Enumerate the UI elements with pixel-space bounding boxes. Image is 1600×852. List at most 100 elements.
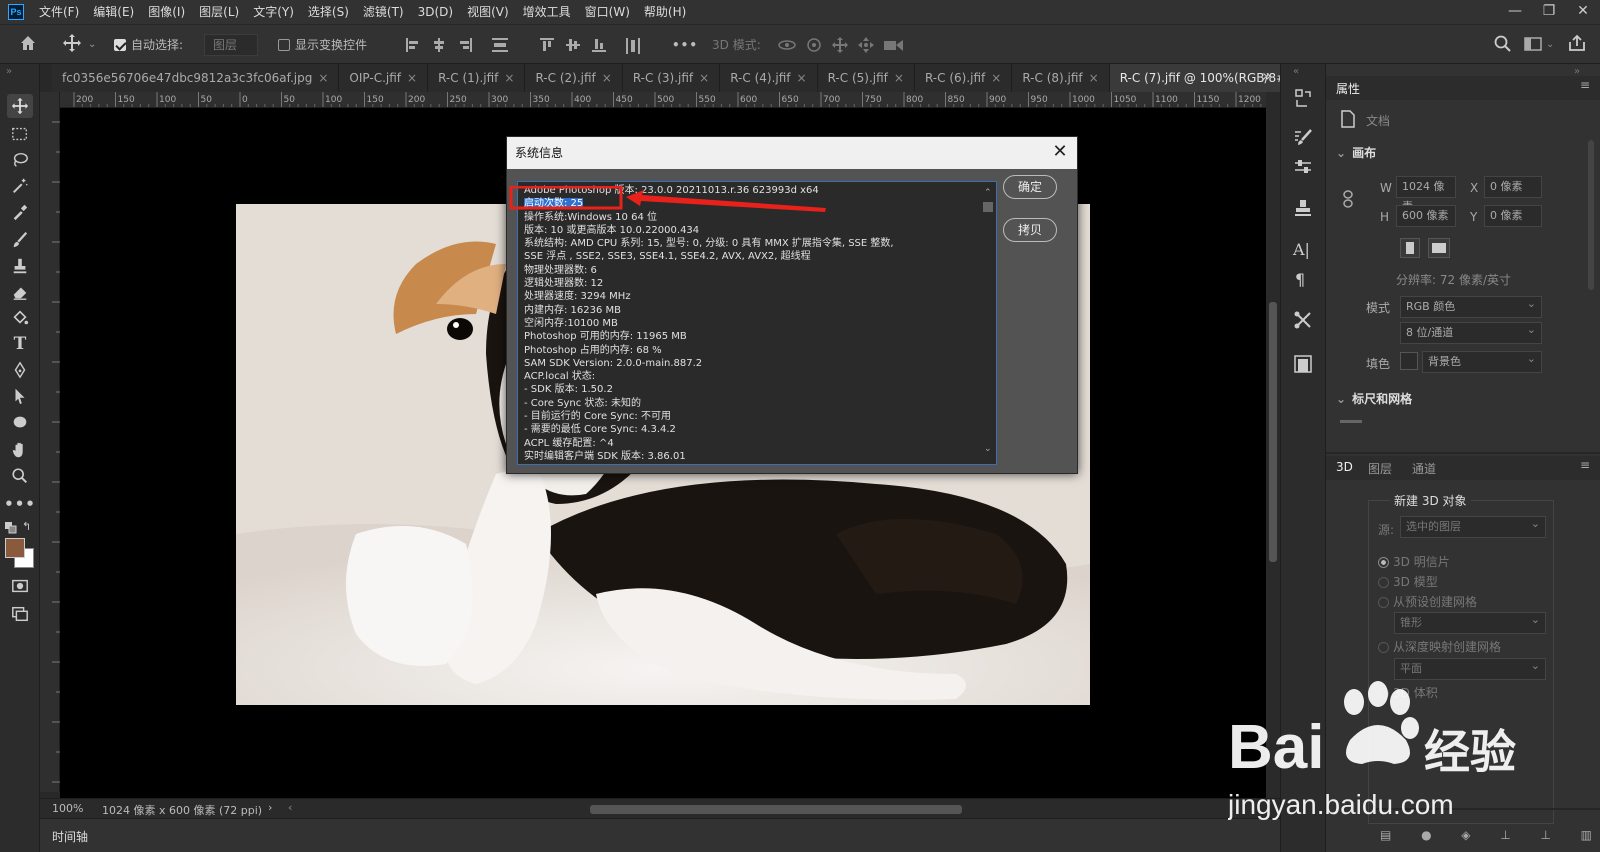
menu-3d[interactable]: 3D(D) (411, 0, 460, 24)
tab-overflow-button[interactable]: » (1262, 66, 1272, 85)
timeline-label[interactable]: 时间轴 (52, 828, 88, 845)
link-dimensions-icon[interactable] (1342, 190, 1354, 211)
system-info-text[interactable]: Adobe Photoshop 版本: 23.0.0 20211013.r.36… (517, 181, 997, 465)
tab-document-3[interactable]: R-C (1).jfif × (428, 64, 526, 92)
tab-document-6[interactable]: R-C (4).jfif × (720, 64, 818, 92)
tab-document-4[interactable]: R-C (2).jfif × (525, 64, 623, 92)
menu-help[interactable]: 帮助(H) (637, 0, 693, 24)
paint-bucket-icon[interactable] (7, 306, 33, 330)
eraser-tool-icon[interactable] (7, 280, 33, 304)
path-select-icon[interactable] (7, 384, 33, 408)
menu-file[interactable]: 文件(F) (32, 0, 86, 24)
landscape-orientation-icon[interactable] (1428, 238, 1450, 258)
tab-document-7[interactable]: R-C (5).jfif × (817, 64, 915, 92)
panel-menu-icon[interactable]: ≡ (1580, 78, 1590, 92)
volume-radio[interactable]: 3D 体积 (1378, 684, 1438, 701)
dialog-close-button[interactable]: ✕ (1049, 143, 1071, 163)
depth-map-select[interactable]: 平面 (1394, 656, 1546, 680)
rulers-grids-section-header[interactable]: ⌄ 标尺和网格 (1336, 390, 1412, 407)
portrait-orientation-icon[interactable] (1400, 238, 1420, 258)
horizontal-scrollbar-thumb[interactable] (590, 805, 962, 814)
screen-mode-icon[interactable] (7, 602, 33, 626)
3d-roll-icon[interactable] (806, 37, 822, 59)
add-icon[interactable]: ⊥ (1500, 828, 1510, 842)
ellipse-tool-icon[interactable] (7, 410, 33, 434)
edit-toolbar-icon[interactable]: ••• (4, 492, 35, 516)
menu-type[interactable]: 文字(Y) (246, 0, 301, 24)
close-tab-icon[interactable]: × (318, 71, 328, 85)
menu-view[interactable]: 视图(V) (460, 0, 516, 24)
tool-presets-icon[interactable] (1293, 310, 1313, 333)
fill-swatch[interactable] (1400, 352, 1418, 370)
tab-document-9[interactable]: R-C (8).jfif × (1012, 64, 1110, 92)
scrollbar-thumb[interactable] (1269, 302, 1277, 562)
scroll-up-icon[interactable]: ⌃ (984, 188, 992, 198)
show-transform-checkbox[interactable]: 显示变换控件 (278, 35, 367, 55)
chevron-down-icon[interactable]: ⌄ (88, 35, 96, 55)
menu-image[interactable]: 图像(I) (141, 0, 192, 24)
panel-menu-icon[interactable]: ≡ (1580, 458, 1590, 472)
share-icon[interactable] (1568, 34, 1586, 58)
canvas-y-field[interactable]: 0 像素 (1484, 205, 1542, 227)
magic-wand-icon[interactable] (7, 174, 33, 198)
canvas-width-field[interactable]: 1024 像素 (1396, 176, 1456, 213)
character-icon[interactable]: A| (1293, 240, 1310, 259)
libraries-icon[interactable] (1293, 354, 1313, 377)
history-icon[interactable] (1293, 88, 1313, 111)
scrollbar-thumb[interactable] (983, 202, 993, 212)
marquee-tool-icon[interactable] (7, 122, 33, 146)
properties-scrollbar[interactable] (1588, 140, 1594, 290)
scroll-left-arrow[interactable]: ‹ (288, 801, 292, 814)
menu-filter[interactable]: 滤镜(T) (356, 0, 411, 24)
trash-icon[interactable]: ▥ (1581, 828, 1592, 842)
mesh-preset-select[interactable]: 锥形 (1394, 610, 1546, 634)
clone-source-icon[interactable] (1293, 198, 1313, 221)
depth-map-radio[interactable]: 从深度映射创建网格 (1378, 638, 1501, 655)
close-tab-icon[interactable]: × (797, 71, 807, 85)
close-tab-icon[interactable]: × (1089, 71, 1099, 85)
type-tool-icon[interactable]: T (7, 332, 33, 356)
3d-slide-icon[interactable] (858, 37, 874, 59)
ok-button[interactable]: 确定 (1003, 175, 1057, 199)
menu-plugins[interactable]: 增效工具 (516, 0, 578, 24)
close-tab-icon[interactable]: × (991, 71, 1001, 85)
minimize-button[interactable]: — (1498, 0, 1532, 24)
tab-document-1[interactable]: fc0356e56706e47dbc9812a3c3fc06af.jpg × (52, 64, 340, 92)
3d-orbit-icon[interactable] (778, 37, 796, 59)
status-menu-arrow[interactable]: › (268, 801, 272, 814)
canvas-scrollbar-vertical[interactable] (1266, 92, 1280, 798)
paragraph-icon[interactable]: ¶ (1295, 270, 1305, 289)
postcard-radio[interactable]: 3D 明信片 (1378, 553, 1450, 570)
canvas-section-header[interactable]: ⌄ 画布 (1336, 144, 1376, 161)
brush-settings-icon[interactable] (1293, 128, 1313, 151)
close-tab-icon[interactable]: × (602, 71, 612, 85)
pen-tool-icon[interactable] (7, 358, 33, 382)
stamp-tool-icon[interactable] (7, 254, 33, 278)
model-radio[interactable]: 3D 模型 (1378, 573, 1438, 590)
workspace-chevron-icon[interactable]: ⌄ (1546, 35, 1554, 55)
swap-colors-icon[interactable]: ↰ (22, 520, 31, 533)
menu-select[interactable]: 选择(S) (301, 0, 356, 24)
light-icon[interactable]: ● (1421, 828, 1431, 842)
move-tool-icon[interactable] (62, 33, 82, 59)
menu-window[interactable]: 窗口(W) (578, 0, 637, 24)
preset-mesh-radio[interactable]: 从预设创建网格 (1378, 593, 1477, 610)
auto-select-dropdown[interactable]: 图层 (204, 34, 258, 56)
more-options-button[interactable]: ••• (672, 35, 698, 55)
tab-properties[interactable]: 属性 (1336, 80, 1360, 97)
color-mode-select[interactable]: RGB 颜色 (1400, 294, 1542, 318)
align-right-icon[interactable] (458, 38, 472, 58)
close-tab-icon[interactable]: × (504, 71, 514, 85)
close-tab-icon[interactable]: × (407, 71, 417, 85)
move-tool-icon[interactable] (7, 94, 33, 118)
tab-document-2[interactable]: OIP-C.jfif × (339, 64, 429, 92)
default-colors-icon[interactable] (5, 522, 17, 534)
align-top-icon[interactable] (540, 38, 554, 58)
brush-tool-icon[interactable] (7, 228, 33, 252)
3d-pan-icon[interactable] (832, 37, 848, 59)
collapse-icon[interactable]: « (1293, 66, 1299, 77)
distribute-vertical-icon[interactable] (626, 38, 640, 60)
align-left-icon[interactable] (406, 38, 420, 58)
workspace-icon[interactable] (1524, 37, 1542, 57)
align-center-icon[interactable] (432, 38, 446, 58)
